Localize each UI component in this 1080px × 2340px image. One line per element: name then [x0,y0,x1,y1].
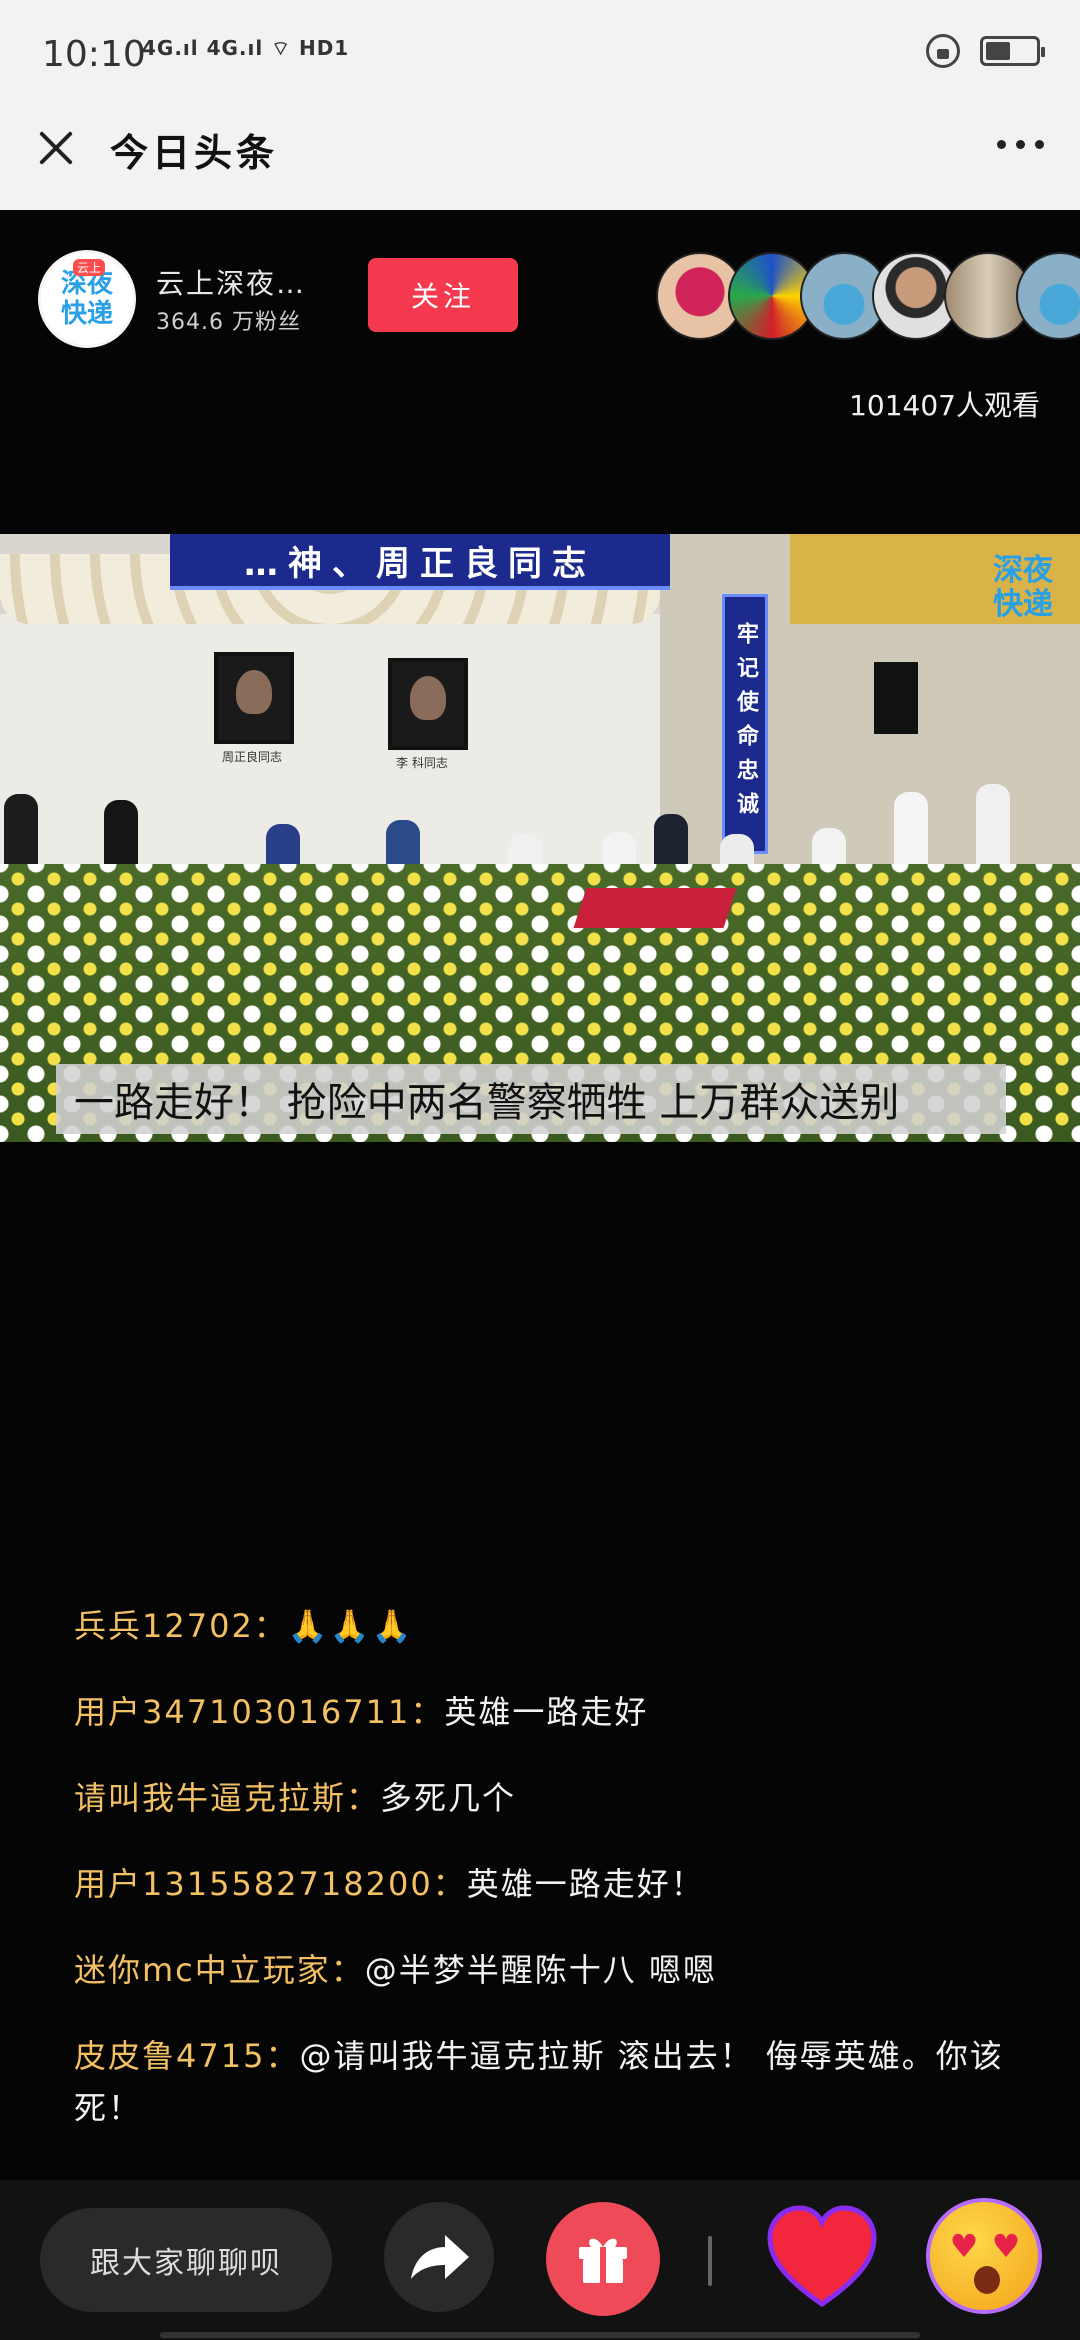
comment-item[interactable]: 迷你mc中立玩家：@半梦半醒陈十八 嗯嗯 [74,1944,1014,1996]
status-bar: 10:10 4G.ıl 4G.ıl ⌔ HD1 [0,0,1080,100]
gift-icon [579,2238,627,2283]
portrait-left [214,652,294,744]
host-name[interactable]: 云上深夜… [156,262,306,302]
viewer-avatars[interactable] [656,252,1080,342]
share-button[interactable] [384,2202,494,2312]
coffin [573,888,737,928]
battery-icon [980,36,1045,66]
comment-item[interactable]: 请叫我牛逼克拉斯：多死几个 [74,1772,1014,1824]
video-watermark-logo: 深夜 快递 [980,542,1066,628]
follow-button[interactable]: 关注 [368,258,518,332]
bottom-bar: 跟大家聊聊呗 ♥ ♥ [0,2180,1080,2340]
watermark-line1: 深夜 [993,553,1053,588]
love-face-emoji-button[interactable]: ♥ ♥ [926,2198,1042,2314]
host-fans-count: 364.6 万粉丝 [156,310,301,335]
comment-item[interactable]: 用户1315582718200：英雄一路走好！ [74,1858,1014,1910]
viewer-count: 101407人观看 [849,389,1040,422]
close-icon[interactable] [30,122,82,174]
watermark-line2: 快递 [993,587,1053,622]
app-bar: 今日头条 [0,100,1080,210]
comment-text: 英雄一路走好 [444,1693,649,1731]
kiss-mouth-icon [974,2266,1000,2294]
speaker [874,662,918,734]
home-indicator [160,2332,920,2338]
host-avatar[interactable]: 云上 深夜 快递 [38,250,136,348]
comment-user[interactable]: 迷你mc中立玩家： [74,1951,365,1989]
gift-button[interactable] [546,2202,660,2316]
share-arrow-icon [411,2235,469,2279]
comment-text: @半梦半醒陈十八 嗯嗯 [364,1951,717,1989]
heart-icon [767,2205,877,2308]
status-time: 10:10 [42,34,146,75]
comment-text: 多死几个 [380,1779,517,1817]
comment-user[interactable]: 用户1315582718200： [74,1865,467,1903]
comment-item[interactable]: 用户347103016711：英雄一路走好 [74,1686,1014,1738]
comment-text: 🙏🙏🙏 [287,1607,414,1645]
network-signal-icon: 4G.ıl 4G.ıl ⌔ HD1 [142,36,350,60]
portrait-right-caption: 李 科同志 [396,756,448,770]
status-icons [926,34,1045,68]
comment-list: 兵兵12702：🙏🙏🙏 用户347103016711：英雄一路走好 请叫我牛逼克… [74,1600,1014,2134]
portrait-right [388,658,468,750]
rotation-lock-icon [926,34,960,68]
comment-user[interactable]: 请叫我牛逼克拉斯： [74,1779,380,1817]
comment-user[interactable]: 用户347103016711： [74,1693,444,1731]
live-video[interactable]: …神、周正良同志 周正良同志 李 科同志 牢记使命忠诚 深夜 快递 一路走好！ … [0,534,1080,1142]
host-logo-badge: 云上 [73,259,106,276]
comment-text: 英雄一路走好！ [466,1865,705,1903]
memorial-banner: …神、周正良同志 [170,534,670,590]
more-options-icon[interactable] [997,140,1044,149]
chat-input[interactable]: 跟大家聊聊呗 [40,2208,332,2312]
comment-item[interactable]: 兵兵12702：🙏🙏🙏 [74,1600,1014,1652]
app-title: 今日头条 [110,131,279,175]
heart-eye-icon: ♥ [991,2227,1021,2265]
portrait-left-caption: 周正良同志 [222,750,283,764]
host-logo-line2: 快递 [60,299,113,329]
comment-user[interactable]: 兵兵12702： [74,1607,288,1645]
viewer-avatar[interactable] [1016,252,1080,340]
heart-eye-icon: ♥ [949,2227,979,2265]
comment-user[interactable]: 皮皮鲁4715： [74,2037,299,2075]
comment-item[interactable]: 皮皮鲁4715：@请叫我牛逼克拉斯 滚出去！ 侮辱英雄。你该死！ [74,2030,1014,2134]
like-heart-button[interactable] [764,2200,880,2316]
bottom-divider [708,2236,712,2286]
video-caption: 一路走好！ 抢险中两名警察牺牲 上万群众送别 [56,1064,1006,1134]
